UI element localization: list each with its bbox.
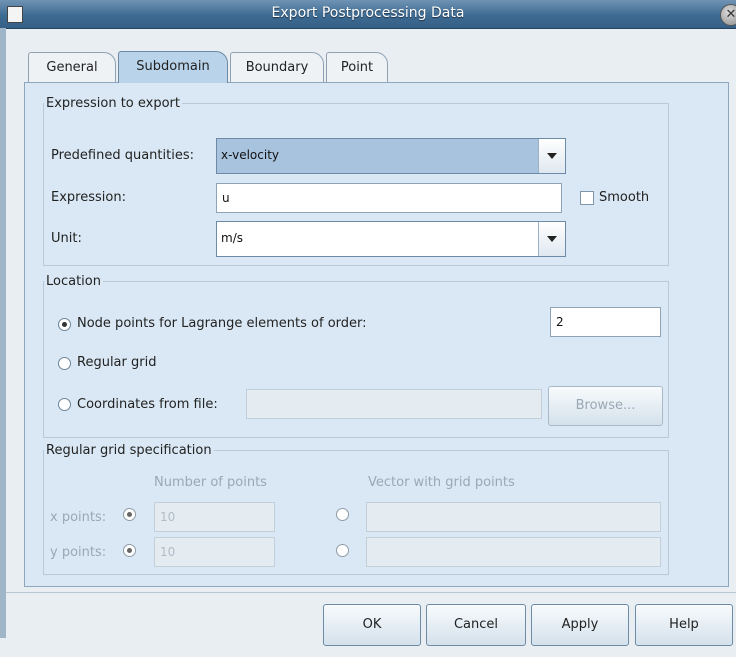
tab-general[interactable]: General [28,52,116,82]
ok-button[interactable]: OK [323,604,421,646]
x-points-vector-radio[interactable] [336,508,349,521]
expression-value: u [222,191,230,205]
lagrange-order-input[interactable]: 2 [550,307,661,337]
number-of-points-header: Number of points [154,475,267,490]
y-points-vector-radio[interactable] [336,544,349,557]
tab-point[interactable]: Point [326,52,388,82]
y-points-value: 10 [160,545,176,559]
y-points-label: y points: [50,545,107,560]
lagrange-order-value: 2 [556,315,564,329]
browse-button[interactable]: Browse... [548,386,663,426]
chevron-down-icon[interactable] [538,139,565,173]
expression-label: Expression: [51,190,126,205]
tab-subdomain[interactable]: Subdomain [118,51,228,83]
window-frame [0,28,6,638]
predefined-quantities-value: x-velocity [221,148,280,162]
node-points-radio[interactable] [58,318,71,331]
unit-select[interactable]: m/s [216,221,566,257]
node-points-label: Node points for Lagrange elements of ord… [77,316,367,331]
coordinates-file-input[interactable] [246,389,542,419]
smooth-checkbox[interactable] [580,191,594,205]
close-icon[interactable]: ✕ [720,4,736,26]
regular-grid-label: Regular grid [77,355,157,370]
regular-grid-radio[interactable] [58,357,71,370]
unit-value: m/s [221,231,243,245]
regular-grid-group-legend: Regular grid specification [46,443,212,458]
x-points-number-radio[interactable] [123,508,136,521]
x-points-value: 10 [160,510,176,524]
vector-grid-points-header: Vector with grid points [368,475,515,490]
expression-input[interactable]: u [216,183,562,213]
location-group-legend: Location [46,274,101,289]
y-vector-input[interactable] [366,537,661,567]
chevron-down-icon[interactable] [538,222,565,256]
apply-button[interactable]: Apply [531,604,629,646]
y-points-input[interactable]: 10 [154,537,275,567]
window-title: Export Postprocessing Data [271,5,465,21]
x-points-input[interactable]: 10 [154,502,275,532]
expression-group-legend: Expression to export [46,96,180,111]
predefined-quantities-select[interactable]: x-velocity [216,138,566,174]
tab-boundary[interactable]: Boundary [230,52,324,82]
coordinates-from-file-label: Coordinates from file: [77,397,218,412]
coordinates-from-file-radio[interactable] [58,398,71,411]
help-button[interactable]: Help [635,604,733,646]
unit-label: Unit: [51,231,82,246]
export-dialog: Export Postprocessing Data ✕ General Sub… [0,0,736,657]
smooth-label: Smooth [599,190,650,205]
x-vector-input[interactable] [366,502,661,532]
predefined-quantities-label: Predefined quantities: [51,148,194,163]
x-points-label: x points: [50,510,107,525]
title-bar[interactable]: Export Postprocessing Data ✕ [0,0,736,29]
cancel-button[interactable]: Cancel [426,604,526,646]
button-separator [6,592,736,593]
y-points-number-radio[interactable] [123,544,136,557]
